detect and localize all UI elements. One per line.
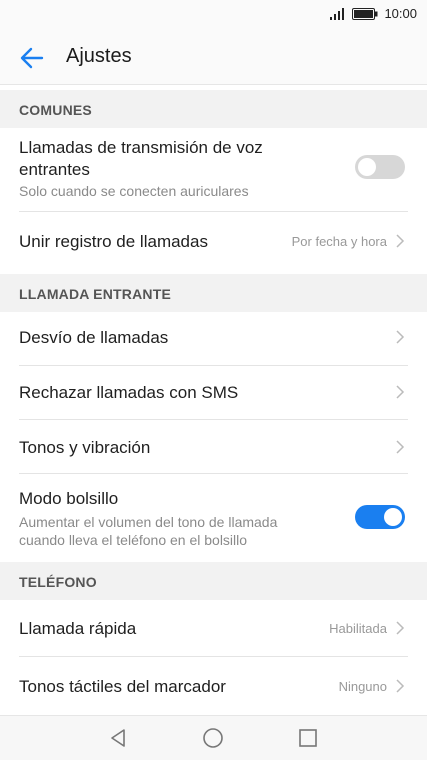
setting-label: Modo bolsillo (19, 489, 119, 508)
setting-subtitle: Solo cuando se conecten auriculares (19, 183, 249, 199)
toggle-knob (384, 508, 402, 526)
chevron-right-icon (396, 621, 405, 635)
status-indicators: 10:00 (330, 6, 417, 21)
section-header-llamada-entrante: LLAMADA ENTRANTE (0, 274, 427, 312)
setting-rechazar-sms[interactable]: Rechazar llamadas con SMS (0, 366, 427, 420)
setting-label: Llamadas de transmisión de voz (19, 138, 263, 157)
setting-voz-entrantes[interactable]: Llamadas de transmisión de voz entrantes… (0, 128, 427, 212)
signal-icon (330, 7, 345, 20)
setting-tonos-tactiles[interactable]: Tonos táctiles del marcador Ninguno (0, 657, 427, 715)
setting-value: Por fecha y hora (291, 234, 387, 249)
nav-home-icon[interactable] (202, 727, 224, 749)
section-title: LLAMADA ENTRANTE (19, 286, 171, 302)
setting-subtitle-cont: cuando lleva el teléfono en el bolsillo (19, 532, 248, 548)
section-header-telefono: TELÉFONO (0, 562, 427, 600)
voz-toggle[interactable] (355, 155, 405, 179)
bolsillo-toggle[interactable] (355, 505, 405, 529)
setting-modo-bolsillo[interactable]: Modo bolsillo Aumentar el volumen del to… (0, 474, 427, 562)
system-nav-bar (0, 715, 427, 760)
setting-label-cont: entrantes (19, 160, 90, 179)
setting-subtitle: Aumentar el volumen del tono de llamada (19, 514, 278, 530)
setting-desvio[interactable]: Desvío de llamadas (0, 312, 427, 366)
chevron-right-icon (396, 385, 405, 399)
section-title: COMUNES (19, 102, 92, 118)
chevron-right-icon (396, 440, 405, 454)
chevron-right-icon (396, 234, 405, 248)
section-title: TELÉFONO (19, 574, 97, 590)
app-bar: Ajustes (0, 28, 427, 85)
status-bar: 10:00 (0, 0, 427, 28)
setting-label: Desvío de llamadas (19, 328, 169, 347)
page-title: Ajustes (66, 45, 132, 67)
section-header-comunes: COMUNES (0, 90, 427, 128)
setting-value: Ninguno (338, 679, 387, 694)
chevron-right-icon (396, 330, 405, 344)
arrow-left-icon[interactable] (16, 42, 48, 74)
setting-label: Tonos táctiles del marcador (19, 677, 226, 696)
setting-unir-registro[interactable]: Unir registro de llamadas Por fecha y ho… (0, 212, 427, 270)
setting-label: Tonos y vibración (19, 438, 151, 457)
setting-llamada-rapida[interactable]: Llamada rápida Habilitada (0, 600, 427, 657)
chevron-right-icon (396, 679, 405, 693)
setting-tonos-vibracion[interactable]: Tonos y vibración (0, 420, 427, 474)
setting-label: Unir registro de llamadas (19, 232, 208, 251)
setting-label: Rechazar llamadas con SMS (19, 383, 239, 402)
status-time: 10:00 (384, 6, 417, 21)
nav-back-icon[interactable] (107, 727, 129, 749)
toggle-knob (358, 158, 376, 176)
setting-label: Llamada rápida (19, 619, 137, 638)
nav-recents-icon[interactable] (297, 727, 319, 749)
battery-icon (352, 7, 378, 20)
setting-value: Habilitada (329, 621, 387, 636)
